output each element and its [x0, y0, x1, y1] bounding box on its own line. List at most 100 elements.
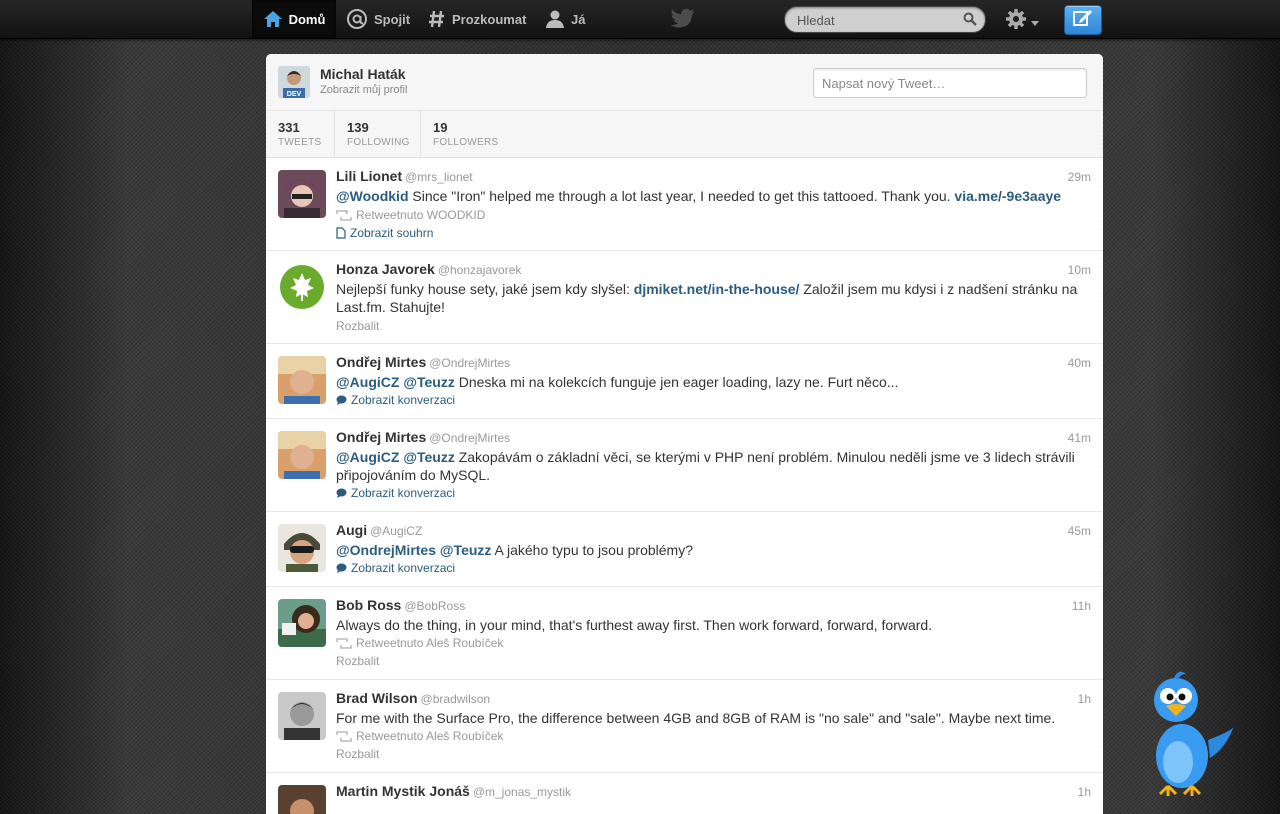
avatar[interactable] — [278, 599, 326, 647]
nav-me-label: Já — [571, 11, 586, 27]
tweet-header: Augi @AugiCZ — [336, 522, 422, 538]
tweet-timestamp[interactable]: 45m — [1068, 524, 1091, 538]
avatar[interactable] — [278, 170, 326, 218]
tweet-action[interactable]: Rozbalit — [336, 319, 379, 333]
view-profile-link[interactable]: Zobrazit můj profil — [320, 84, 407, 96]
mention-link[interactable]: @AugiCZ — [336, 449, 399, 465]
tweet-timestamp[interactable]: 1h — [1078, 692, 1091, 706]
tweet-action[interactable]: Zobrazit souhrn — [336, 226, 433, 240]
tweet-text-part: Since "Iron" helped me through a lot las… — [408, 188, 955, 204]
chevron-down-icon — [1031, 13, 1039, 31]
avatar[interactable] — [278, 431, 326, 479]
tweet-timestamp[interactable]: 40m — [1068, 356, 1091, 370]
search-icon[interactable] — [963, 12, 977, 31]
retweet-info: Retweetnuto Aleš Roubíček — [336, 729, 503, 743]
tweet-author-name[interactable]: Martin Mystik Jonáš — [336, 783, 470, 799]
tweet-item[interactable]: Lili Lionet @mrs_lionet 29m @Woodkid Sinc… — [266, 158, 1103, 251]
retweet-label: Retweetnuto Aleš Roubíček — [356, 636, 504, 650]
timeline-panel: DEV Michal Haták Zobrazit můj profil 331… — [266, 54, 1103, 814]
tweet-author-handle[interactable]: @BobRoss — [404, 599, 465, 613]
nav-me[interactable]: Já — [545, 0, 585, 38]
tweet-item[interactable]: Ondřej Mirtes @OndrejMirtes 40m @AugiCZ @… — [266, 344, 1103, 419]
tweet-text-part: A jakého typu to jsou problémy? — [491, 542, 693, 558]
tweet-item[interactable]: Martin Mystik Jonáš @m_jonas_mystik 1h — [266, 773, 1103, 814]
tweet-author-handle[interactable]: @honzajavorek — [438, 263, 522, 277]
retweet-label: Retweetnuto Aleš Roubíček — [356, 729, 504, 743]
search-box — [784, 6, 986, 33]
settings-menu-button[interactable] — [1005, 8, 1039, 35]
tweet-author-name[interactable]: Brad Wilson — [336, 690, 418, 706]
divider — [334, 111, 335, 157]
tweet-action-label: Rozbalit — [336, 747, 380, 761]
tweet-author-name[interactable]: Honza Javorek — [336, 261, 435, 277]
tweet-author-handle[interactable]: @OndrejMirtes — [429, 431, 510, 445]
tweet-author-handle[interactable]: @mrs_lionet — [405, 170, 473, 184]
avatar[interactable] — [278, 524, 326, 572]
nav-discover[interactable]: Prozkoumat — [428, 0, 526, 38]
tweet-text: @AugiCZ @Teuzz Zakopávám o základní věci… — [336, 448, 1092, 484]
compose-tweet-button[interactable] — [1064, 5, 1102, 35]
top-navigation-bar: Domů Spojit Prozkoumat Já — [0, 0, 1280, 39]
tweet-timestamp[interactable]: 1h — [1078, 785, 1091, 799]
tweet-text-part: Dneska mi na kolekcích funguje jen eager… — [454, 374, 899, 390]
profile-stats: 331 TWEETS 139 FOLLOWING 19 FOLLOWERS — [266, 111, 1103, 158]
conversation-icon — [336, 488, 347, 499]
tweet-timestamp[interactable]: 29m — [1068, 170, 1091, 184]
tweet-action[interactable]: Zobrazit konverzaci — [336, 486, 455, 500]
mention-link[interactable]: @AugiCZ — [336, 374, 399, 390]
tweet-item[interactable]: Ondřej Mirtes @OndrejMirtes 41m @AugiCZ @… — [266, 419, 1103, 512]
stat-tweets[interactable]: 331 TWEETS — [278, 120, 321, 148]
nav-home[interactable]: Domů — [252, 0, 336, 38]
tweet-author-name[interactable]: Augi — [336, 522, 367, 538]
stat-following[interactable]: 139 FOLLOWING — [347, 120, 410, 148]
tweet-timestamp[interactable]: 11h — [1072, 599, 1091, 613]
tweet-text: Nejlepší funky house sety, jaké jsem kdy… — [336, 280, 1092, 316]
tweet-author-handle[interactable]: @m_jonas_mystik — [473, 785, 571, 799]
tweet-timestamp[interactable]: 10m — [1068, 263, 1091, 277]
profile-card: DEV Michal Haták Zobrazit můj profil — [266, 54, 1103, 111]
stat-value: 139 — [347, 120, 369, 135]
avatar[interactable] — [278, 356, 326, 404]
summary-icon — [336, 227, 346, 239]
search-input[interactable] — [795, 10, 959, 30]
tweet-author-name[interactable]: Ondřej Mirtes — [336, 354, 426, 370]
tweet-author-name[interactable]: Bob Ross — [336, 597, 401, 613]
profile-name[interactable]: Michal Haták — [320, 66, 406, 82]
tweet-action[interactable]: Zobrazit konverzaci — [336, 561, 455, 575]
tweet-author-name[interactable]: Lili Lionet — [336, 168, 402, 184]
nav-connect[interactable]: Spojit — [346, 0, 410, 38]
tweet-item[interactable]: Brad Wilson @bradwilson 1h For me with th… — [266, 680, 1103, 773]
tweet-header: Ondřej Mirtes @OndrejMirtes — [336, 354, 510, 370]
avatar[interactable]: DEV — [278, 66, 310, 98]
tweet-action[interactable]: Rozbalit — [336, 654, 379, 668]
stat-label: TWEETS — [278, 137, 322, 148]
url-link[interactable]: via.me/-9e3aaye — [954, 188, 1061, 204]
compose-pencil-icon — [1072, 8, 1094, 33]
url-link[interactable]: djmiket.net/in-the-house/ — [634, 281, 800, 297]
tweet-action-label: Zobrazit konverzaci — [351, 486, 456, 500]
stat-value: 331 — [278, 120, 300, 135]
tweet-item[interactable]: Augi @AugiCZ 45m @OndrejMirtes @Teuzz A j… — [266, 512, 1103, 587]
mention-link[interactable]: @OndrejMirtes — [336, 542, 436, 558]
tweet-action[interactable]: Zobrazit konverzaci — [336, 393, 455, 407]
tweet-item[interactable]: Honza Javorek @honzajavorek 10m Nejlepší … — [266, 251, 1103, 344]
compose-tweet-input[interactable] — [813, 68, 1087, 98]
twitter-bird-logo-icon — [670, 8, 696, 35]
avatar[interactable] — [278, 263, 326, 311]
tweet-author-handle[interactable]: @bradwilson — [421, 692, 491, 706]
avatar[interactable] — [278, 692, 326, 740]
tweet-author-name[interactable]: Ondřej Mirtes — [336, 429, 426, 445]
tweet-action-label: Zobrazit konverzaci — [351, 393, 456, 407]
mention-link[interactable]: @Teuzz — [440, 542, 492, 558]
tweet-action[interactable]: Rozbalit — [336, 747, 379, 761]
tweet-author-handle[interactable]: @OndrejMirtes — [429, 356, 510, 370]
svg-text:DEV: DEV — [287, 91, 302, 98]
mention-link[interactable]: @Teuzz — [403, 449, 455, 465]
mention-link[interactable]: @Teuzz — [403, 374, 455, 390]
tweet-header: Honza Javorek @honzajavorek — [336, 261, 521, 277]
tweet-author-handle[interactable]: @AugiCZ — [370, 524, 422, 538]
mention-link[interactable]: @Woodkid — [336, 188, 409, 204]
tweet-item[interactable]: Bob Ross @BobRoss 11h Always do the thing… — [266, 587, 1103, 680]
tweet-timestamp[interactable]: 41m — [1068, 431, 1091, 445]
stat-followers[interactable]: 19 FOLLOWERS — [433, 120, 499, 148]
